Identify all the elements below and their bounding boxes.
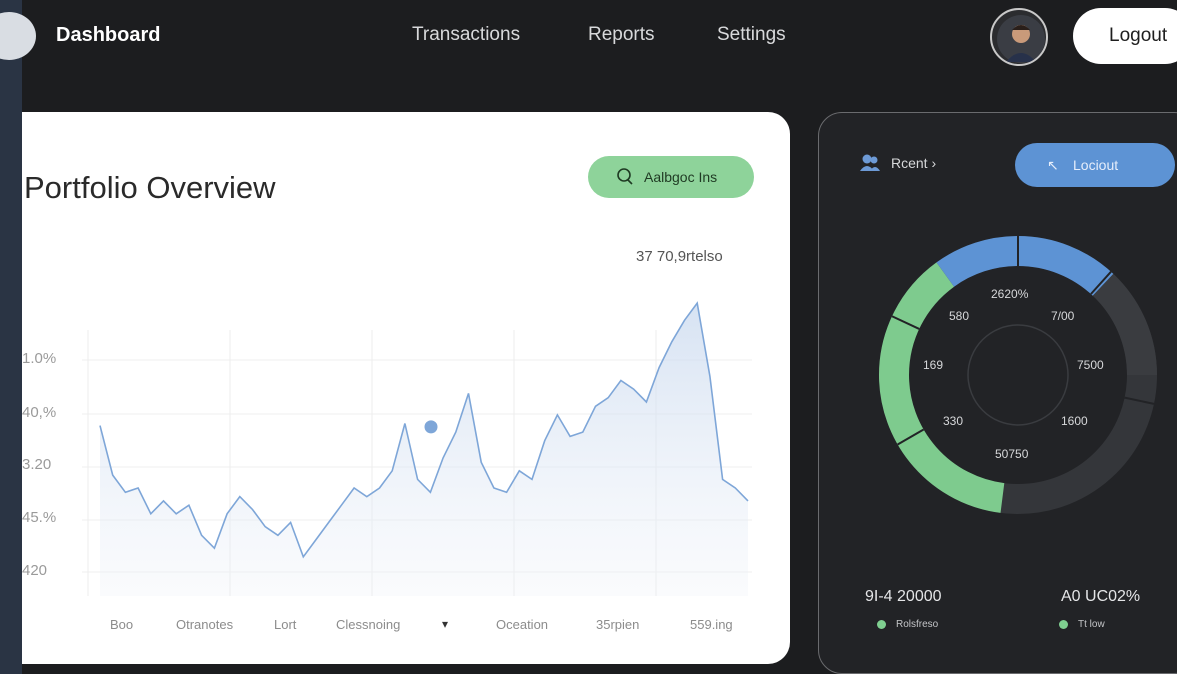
recent-panel: Rcent › ↖ Lociout 2620% 580 7/00 169 750…	[818, 112, 1177, 674]
x-tick-label: Oceation	[496, 617, 549, 632]
stat-value-secondary: A0 UC02%	[1061, 588, 1141, 605]
y-tick-label: 40,%	[22, 404, 57, 421]
y-tick-label: 1.0%	[22, 350, 57, 367]
logo-icon[interactable]	[0, 12, 36, 60]
chart-area-fill	[100, 303, 748, 596]
x-tick-label: Boo	[110, 617, 134, 632]
nav-transactions[interactable]: Transactions	[412, 24, 520, 46]
legend-item: Rolsfreso	[877, 619, 938, 630]
chart-highlight-point	[424, 420, 438, 434]
donut-label: 330	[943, 414, 964, 428]
donut-label: 7/00	[1051, 309, 1075, 323]
legend-item: Tt low	[1059, 619, 1105, 630]
brand-title[interactable]: Dashboard	[56, 24, 160, 47]
user-avatar-icon	[997, 15, 1045, 63]
legend-dot-icon	[1059, 619, 1068, 629]
user-avatar[interactable]	[990, 8, 1048, 66]
donut-inner-ring	[967, 324, 1069, 426]
x-tick-label: 35rpien	[596, 617, 640, 632]
x-tick-label: Otranotes	[176, 617, 234, 632]
donut-label: 7500	[1077, 358, 1104, 372]
donut-label: 2620%	[991, 287, 1029, 301]
legend-dot-icon	[877, 619, 886, 629]
x-tick-label: 559.ing	[690, 617, 733, 632]
x-axis-dropdown-arrow-icon[interactable]: ▾	[442, 617, 448, 631]
donut-label: 50750	[995, 447, 1029, 461]
donut-label: 1600	[1061, 414, 1088, 428]
x-tick-label: Clessnoing	[336, 617, 401, 632]
x-tick-label: Lort	[274, 617, 297, 632]
nav-reports[interactable]: Reports	[588, 24, 655, 46]
legend-label: Rolsfreso	[896, 619, 939, 630]
logout-button[interactable]: Logout	[1073, 8, 1177, 64]
y-tick-label: 3.20	[22, 456, 52, 473]
portfolio-line-chart	[82, 301, 752, 596]
donut-label: 169	[923, 358, 944, 372]
stat-value-primary: 9I-4 20000	[865, 588, 942, 605]
legend-label: Tt low	[1078, 619, 1105, 630]
y-tick-label: 420	[22, 562, 48, 579]
nav-settings[interactable]: Settings	[717, 24, 786, 46]
left-sidebar-strip	[0, 0, 22, 674]
y-tick-label: 45.%	[22, 509, 57, 526]
portfolio-card: Portfolio Overview Aalbgoc Ins 37 70,9rt…	[22, 112, 790, 664]
donut-label: 580	[949, 309, 970, 323]
